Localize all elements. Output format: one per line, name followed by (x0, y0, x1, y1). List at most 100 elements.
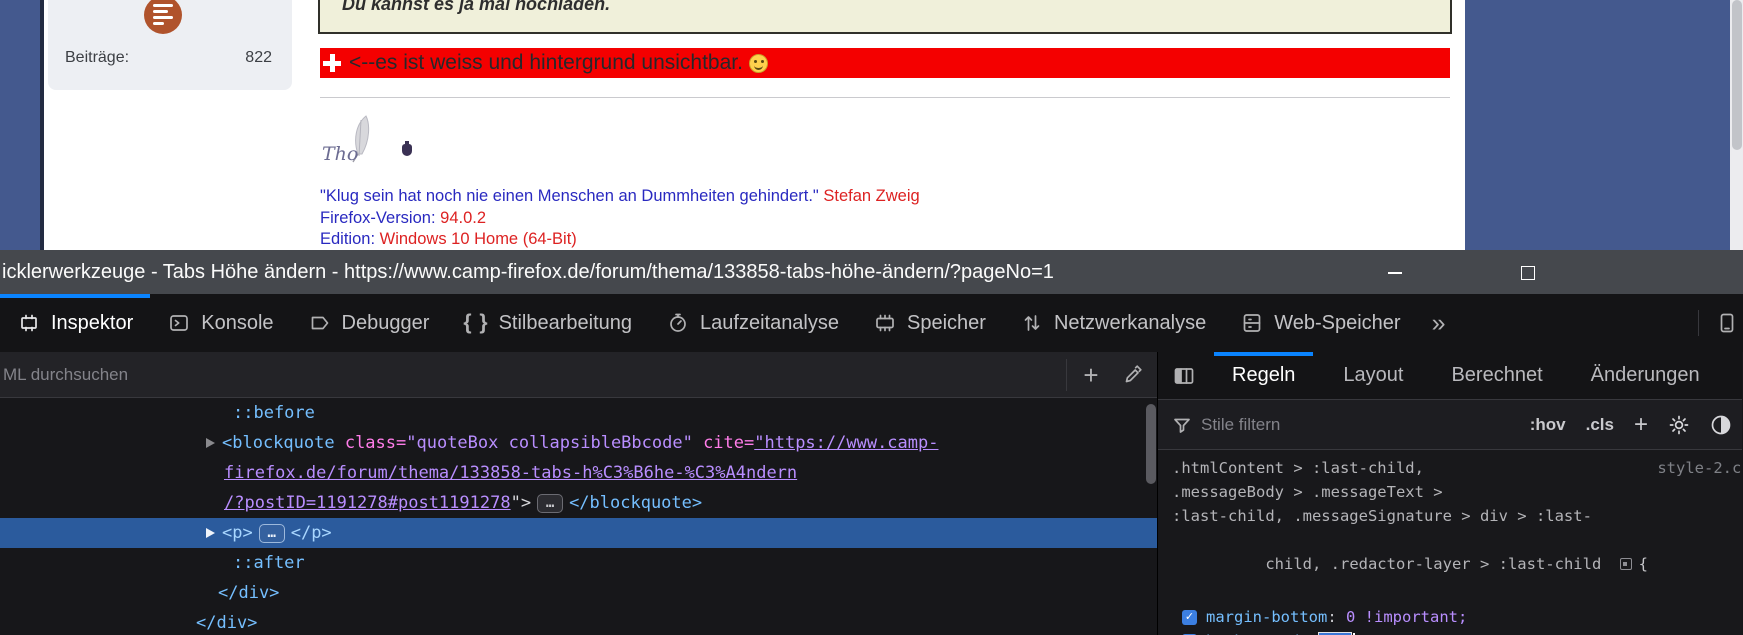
minimize-button[interactable] (1365, 250, 1425, 294)
devtools-main: ML durchsuchen + ::before <blockquote cl… (0, 352, 1743, 635)
style-filter-bar: Stile filtern :hov .cls + (1158, 400, 1742, 450)
sidebar-tab-berechnet[interactable]: Berechnet (1427, 352, 1566, 399)
hov-toggle[interactable]: :hov (1530, 415, 1566, 435)
updown-arrows-icon (1024, 315, 1040, 331)
add-node-button[interactable]: + (1070, 352, 1112, 398)
signature-quote-author: Stefan Zweig (823, 187, 920, 205)
property-value[interactable]: 0 !important (1346, 605, 1458, 629)
inspector-icon (21, 314, 37, 332)
markup-pseudo-before[interactable]: ::before (0, 398, 1157, 428)
markup-url-line3[interactable]: /?postID=1191278#post1191278 "> … </block… (0, 488, 1157, 518)
tab-netzwerkanalyse[interactable]: Netzwerkanalyse (1003, 294, 1223, 352)
markup-div-close[interactable]: </div> (0, 578, 1157, 608)
scrollbar-thumb[interactable] (1731, 0, 1742, 150)
tab-web-speicher[interactable]: Web-Speicher (1223, 294, 1417, 352)
tab-label: Netzwerkanalyse (1053, 311, 1207, 334)
quote-text: Du kannst es ja mal hochladen. (342, 0, 611, 14)
eyedropper-icon (1125, 365, 1142, 383)
browser-scrollbar[interactable] (1730, 0, 1743, 250)
forum-content-border (40, 0, 44, 250)
console-icon (170, 315, 189, 331)
property-name[interactable]: margin-bottom (1206, 605, 1327, 629)
responsive-design-mode-button[interactable] (1699, 294, 1743, 352)
tab-label: Debugger (341, 311, 430, 334)
expand-children-badge[interactable]: … (258, 523, 285, 543)
posts-count: 822 (245, 49, 272, 66)
markup-view: ::before <blockquote class= "quoteBox col… (0, 398, 1157, 635)
markup-blockquote-row[interactable]: <blockquote class= "quoteBox collapsibleB… (0, 428, 1157, 458)
markup-url-line2[interactable]: firefox.de/forum/thema/133858-tabs-h%C3%… (0, 458, 1157, 488)
html-search-input[interactable]: ML durchsuchen (3, 352, 128, 398)
sidebar-tab-regeln[interactable]: Regeln (1208, 352, 1319, 399)
expand-arrow-icon[interactable] (206, 438, 215, 448)
tab-label: Stilbearbeitung (498, 311, 633, 334)
tab-speicher[interactable]: Speicher (856, 294, 1003, 352)
markup-scrollbar-thumb[interactable] (1146, 404, 1156, 484)
tab-debugger[interactable]: Debugger (291, 294, 447, 352)
sidebar-toggle-button[interactable] (1158, 352, 1208, 399)
declaration-checkbox[interactable] (1182, 609, 1197, 625)
style-filter-input[interactable]: Stile filtern (1201, 415, 1280, 435)
property-name[interactable]: background (1206, 629, 1299, 635)
eyedropper-button[interactable] (1112, 352, 1154, 398)
highlight-matches-icon[interactable] (1619, 558, 1632, 570)
toolbar-separator (1066, 359, 1067, 391)
sidebar-tabbar: Regeln Layout Berechnet Änderungen (1158, 352, 1742, 400)
cite-url-link[interactable]: /?postID=1191278#post1191278 (224, 493, 511, 513)
markup-div-close-outer[interactable]: </div> (0, 608, 1157, 635)
posts-label: Beiträge: (65, 49, 130, 66)
device-phone-icon (1720, 313, 1734, 333)
tab-label: Inspektor (51, 311, 134, 334)
devtools-window: icklerwerkzeuge - Tabs Höhe ändern - htt… (0, 250, 1743, 635)
rule-selector[interactable]: .htmlContent > :last-child, (1172, 456, 1424, 480)
chevrons-icon: » (1431, 308, 1446, 337)
devtools-window-title: icklerwerkzeuge - Tabs Höhe ändern - htt… (2, 260, 1054, 283)
debugger-icon (311, 316, 328, 330)
markup-pseudo-after[interactable]: ::after (0, 548, 1157, 578)
cite-url-link[interactable]: "https://www.camp- (754, 433, 938, 453)
tab-label: Laufzeitanalyse (700, 311, 839, 334)
sidebar-tab-label: Berechnet (1451, 364, 1543, 386)
devtools-titlebar[interactable]: icklerwerkzeuge - Tabs Höhe ändern - htt… (0, 250, 1743, 294)
maximize-button[interactable] (1497, 250, 1557, 294)
tab-stilbearbeitung[interactable]: { } Stilbearbeitung (446, 294, 649, 352)
expand-children-badge[interactable]: … (537, 493, 564, 513)
tabbar-spacer (1460, 294, 1699, 352)
declaration-margin-bottom[interactable]: margin-bottom: 0 !important; (1182, 605, 1742, 629)
quote-box: Du kannst es ja mal hochladen. (318, 0, 1452, 34)
dark-mode-sim-icon[interactable] (1710, 414, 1732, 436)
search-placeholder: ML durchsuchen (3, 365, 129, 384)
firefox-version-value: 94.0.2 (440, 208, 487, 227)
value-edit-input[interactable]: red (1318, 631, 1352, 635)
forum-page: Beiträge: 822 Du kannst es ja mal hochla… (0, 0, 1743, 250)
sidebar-tab-label: Änderungen (1590, 364, 1700, 386)
declaration-background[interactable]: background: red (1182, 629, 1742, 635)
inspector-pane: ML durchsuchen + ::before <blockquote cl… (0, 352, 1158, 635)
cls-toggle[interactable]: .cls (1586, 415, 1614, 435)
tab-inspektor[interactable]: Inspektor (0, 294, 151, 352)
tab-laufzeitanalyse[interactable]: Laufzeitanalyse (649, 294, 856, 352)
sidebar-tab-aenderungen[interactable]: Änderungen (1567, 352, 1724, 399)
rule-selector-last[interactable]: child, .redactor-layer > :last-child { (1172, 528, 1742, 600)
post-text: <--es ist weiss und hintergrund unsichtb… (349, 51, 743, 74)
plus-expand-icon[interactable] (323, 54, 341, 72)
sidebar-tab-layout[interactable]: Layout (1319, 352, 1427, 399)
more-tabs-button[interactable]: » (1418, 294, 1460, 352)
post-red-banner: <--es ist weiss und hintergrund unsichtb… (320, 48, 1450, 78)
tab-konsole[interactable]: Konsole (150, 294, 290, 352)
signature-divider (320, 97, 1450, 98)
markup-p-row-selected[interactable]: <p> … </p> (0, 518, 1157, 548)
expand-arrow-icon[interactable] (206, 528, 215, 538)
stylesheet-link[interactable]: style-2.css (1657, 456, 1742, 480)
sidebar-panel-icon (1174, 367, 1194, 384)
markup-toolbar: ML durchsuchen + (0, 352, 1157, 398)
plus-icon: + (1083, 359, 1099, 390)
light-mode-sim-icon[interactable] (1668, 414, 1690, 436)
active-tab-indicator (0, 294, 151, 298)
tab-label: Web-Speicher (1274, 311, 1401, 334)
rule-selector[interactable]: :last-child, .messageSignature > div > :… (1172, 504, 1742, 528)
cite-url-link[interactable]: firefox.de/forum/thema/133858-tabs-h%C3%… (224, 463, 797, 483)
add-rule-button[interactable]: + (1634, 411, 1648, 439)
rules-content: .htmlContent > :last-child, style-2.css … (1158, 450, 1742, 635)
rule-selector[interactable]: .messageBody > .messageText > (1172, 480, 1742, 504)
